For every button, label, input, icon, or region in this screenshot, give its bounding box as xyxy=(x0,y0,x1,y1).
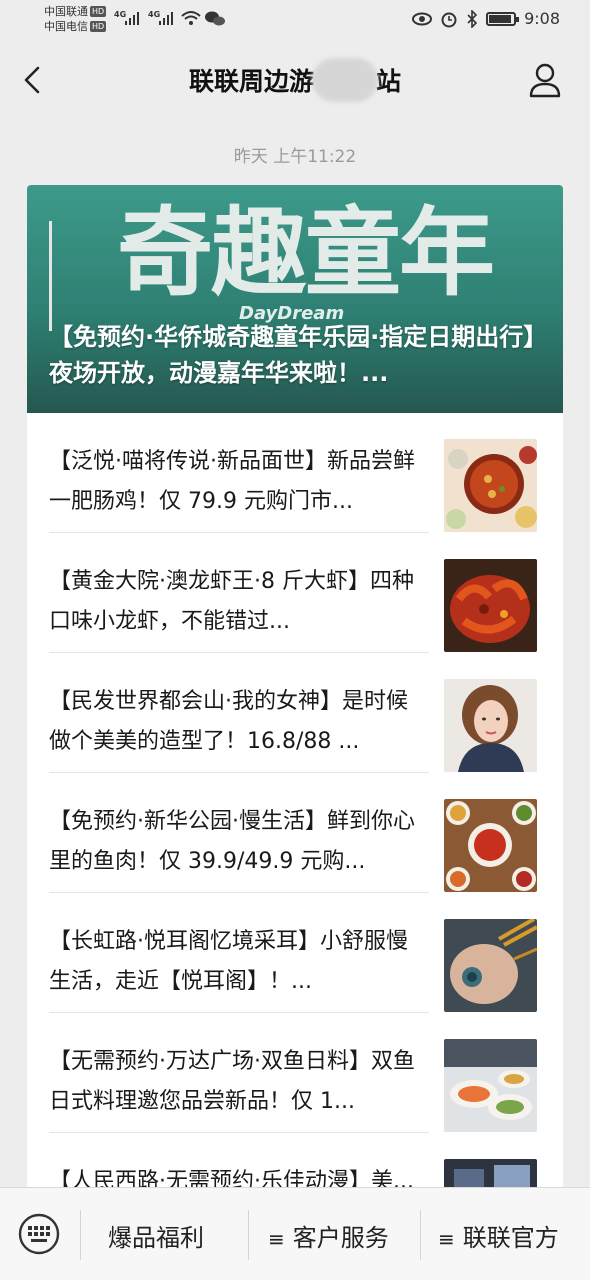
menu-divider xyxy=(248,1210,249,1260)
bluetooth-icon xyxy=(467,9,478,28)
article-title: 【民发世界都会山·我的女神】是时候做个美美的造型了！16.8/88 ... xyxy=(49,689,408,754)
article-title: 【无需预约·万达广场·双鱼日料】双鱼日式料理邀您品尝新品！仅 1... xyxy=(49,1049,415,1114)
menu-item-label: 爆品福利 xyxy=(108,1224,204,1252)
article-card: 奇趣童年 DayDream 【免预约·华侨城奇趣童年乐园·指定日期出行】夜场开放… xyxy=(27,185,563,1195)
menu-divider xyxy=(420,1210,421,1260)
wifi-icon xyxy=(181,11,201,25)
eye-icon xyxy=(412,12,433,25)
article-thumbnail xyxy=(444,559,537,652)
menu-item-official[interactable]: ≡ 联联官方 xyxy=(438,1218,559,1253)
person-icon xyxy=(535,63,555,83)
net-label-2: 4G xyxy=(148,10,160,19)
back-arrow-icon xyxy=(24,66,40,94)
menu-item-label: 客户服务 xyxy=(292,1224,389,1252)
keyboard-button[interactable] xyxy=(14,1212,64,1256)
carrier-2: 中国电信 xyxy=(44,20,88,33)
page-title-text: 联联周边游 xyxy=(188,67,314,96)
status-bar: 中国联通 HD 中国电信 HD 4G 4G 9:08 xyxy=(0,0,590,40)
article-item[interactable]: 【免预约·新华公园·慢生活】鲜到你心里的鱼肉！仅 39.9/49.9 元购... xyxy=(27,773,563,893)
article-thumbnail xyxy=(444,799,537,892)
article-thumbnail xyxy=(444,439,537,532)
page-title: 联联周边游 站 xyxy=(100,62,490,98)
back-button[interactable] xyxy=(18,62,48,98)
status-right: 9:08 xyxy=(412,9,560,28)
menu-item-label: 联联官方 xyxy=(462,1224,559,1252)
redacted-blur xyxy=(312,58,378,102)
menu-list-icon: ≡ xyxy=(438,1227,455,1251)
article-item[interactable]: 【长虹路·悦耳阁忆境采耳】小舒服慢生活，走近【悦耳阁】！... xyxy=(27,893,563,1013)
page-title-suffix: 站 xyxy=(376,67,402,96)
message-timestamp: 昨天 上午11:22 xyxy=(233,147,357,167)
cover-accent-bar xyxy=(49,221,52,331)
keyboard-icon xyxy=(18,1213,60,1255)
battery-icon xyxy=(486,11,520,26)
article-thumbnail xyxy=(444,679,537,772)
bottom-menu: 爆品福利 ≡ 客户服务 ≡ 联联官方 xyxy=(0,1187,590,1280)
hd-badge: HD xyxy=(90,21,107,32)
menu-list-icon: ≡ xyxy=(268,1227,285,1251)
wechat-icon xyxy=(205,11,225,26)
signal-icon: 4G xyxy=(148,10,173,25)
article-thumbnail xyxy=(444,1039,537,1132)
menu-item-hot-deals[interactable]: 爆品福利 xyxy=(108,1218,204,1253)
profile-button[interactable] xyxy=(528,62,562,98)
net-label-1: 4G xyxy=(114,10,126,19)
nav-bar: 联联周边游 站 xyxy=(0,40,590,120)
article-title: 【泛悦·喵将传说·新品面世】新品尝鲜一肥肠鸡！仅 79.9 元购门市... xyxy=(49,449,415,514)
article-item[interactable]: 【无需预约·万达广场·双鱼日料】双鱼日式料理邀您品尝新品！仅 1... xyxy=(27,1013,563,1133)
article-item[interactable]: 【民发世界都会山·我的女神】是时候做个美美的造型了！16.8/88 ... xyxy=(27,653,563,773)
article-item[interactable]: 【泛悦·喵将传说·新品面世】新品尝鲜一肥肠鸡！仅 79.9 元购门市... xyxy=(27,413,563,533)
cover-article[interactable]: 奇趣童年 DayDream 【免预约·华侨城奇趣童年乐园·指定日期出行】夜场开放… xyxy=(27,185,563,413)
article-thumbnail xyxy=(444,919,537,1012)
clock: 9:08 xyxy=(524,9,560,28)
cover-title: 【免预约·华侨城奇趣童年乐园·指定日期出行】夜场开放，动漫嘉年华来啦！... xyxy=(49,323,536,387)
menu-divider xyxy=(80,1210,81,1260)
article-item[interactable]: 【人民西路·无需预约·乐佳动漫】美... xyxy=(27,1133,563,1195)
article-title: 【长虹路·悦耳阁忆境采耳】小舒服慢生活，走近【悦耳阁】！... xyxy=(49,929,408,994)
article-title: 【免预约·新华公园·慢生活】鲜到你心里的鱼肉！仅 39.9/49.9 元购... xyxy=(49,809,415,874)
carrier-info: 中国联通 HD 中国电信 HD xyxy=(44,4,107,34)
signal-icon: 4G xyxy=(114,10,139,25)
cover-art-text: 奇趣童年 xyxy=(117,197,495,309)
carrier-1: 中国联通 xyxy=(44,5,88,18)
hd-badge: HD xyxy=(90,6,107,17)
menu-item-customer-service[interactable]: ≡ 客户服务 xyxy=(268,1218,389,1253)
article-title: 【黄金大院·澳龙虾王·8 斤大虾】四种口味小龙虾，不能错过... xyxy=(49,569,414,634)
alarm-icon xyxy=(441,12,457,27)
article-item[interactable]: 【黄金大院·澳龙虾王·8 斤大虾】四种口味小龙虾，不能错过... xyxy=(27,533,563,653)
